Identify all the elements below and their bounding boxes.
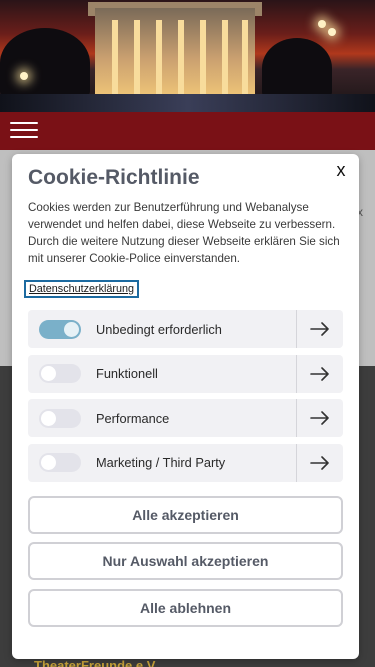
toggle-switch-required[interactable]: [39, 319, 81, 339]
toggle-switch-performance[interactable]: [39, 408, 81, 428]
street: [0, 94, 375, 112]
toggle-switch-marketing[interactable]: [39, 453, 81, 472]
category-main: Funktionell: [28, 355, 296, 393]
modal-actions: Alle akzeptieren Nur Auswahl akzeptieren…: [28, 495, 343, 627]
street-lamp: [318, 20, 326, 28]
reject-all-button[interactable]: Alle ablehnen: [28, 588, 343, 627]
navbar: [0, 112, 375, 150]
category-main: Performance: [28, 399, 296, 437]
cookie-category-list: Unbedingt erforderlich Funktionell Perfo…: [28, 310, 343, 482]
close-icon[interactable]: x: [331, 160, 351, 180]
street-lamp: [20, 72, 28, 80]
tree-silhouette: [262, 38, 332, 98]
theater-column: [112, 20, 118, 96]
street-lamp: [328, 28, 336, 36]
accept-all-button[interactable]: Alle akzeptieren: [28, 495, 343, 534]
arrow-right-icon[interactable]: [296, 443, 343, 482]
category-label: Unbedingt erforderlich: [96, 321, 222, 337]
privacy-policy-link[interactable]: Datenschutzerklärung: [24, 280, 140, 298]
theater-column: [222, 20, 228, 96]
cookie-modal: x Cookie-Richtlinie Cookies werden zur B…: [12, 154, 359, 659]
footer-title: TheaterFreunde e.V.: [34, 658, 158, 667]
hamburger-menu-icon[interactable]: [10, 122, 38, 140]
modal-description: Cookies werden zur Benutzerführung und W…: [28, 201, 340, 265]
arrow-right-icon[interactable]: [296, 399, 343, 437]
arrow-right-icon[interactable]: [296, 310, 343, 348]
cookie-category-performance: Performance: [28, 399, 343, 437]
category-label: Funktionell: [96, 366, 158, 381]
arrow-right-icon[interactable]: [296, 354, 343, 393]
theater-column: [134, 20, 140, 96]
cookie-category-marketing: Marketing / Third Party: [28, 443, 343, 482]
theater-column: [156, 20, 162, 96]
cookie-category-functional: Funktionell: [28, 354, 343, 393]
category-main: Unbedingt erforderlich: [28, 310, 296, 348]
theater-column: [178, 20, 184, 96]
category-label: Marketing / Third Party: [96, 455, 226, 470]
modal-title: Cookie-Richtlinie: [28, 166, 200, 189]
theater-building: [95, 8, 255, 100]
toggle-switch-functional[interactable]: [39, 364, 81, 383]
category-main: Marketing / Third Party: [28, 444, 296, 482]
category-label: Performance: [96, 410, 170, 426]
cookie-category-required: Unbedingt erforderlich: [28, 310, 343, 348]
tree-silhouette: [0, 28, 90, 98]
accept-selection-button[interactable]: Nur Auswahl akzeptieren: [28, 542, 343, 580]
hero-image: [0, 0, 375, 112]
theater-column: [200, 20, 206, 96]
theater-column: [242, 20, 248, 96]
